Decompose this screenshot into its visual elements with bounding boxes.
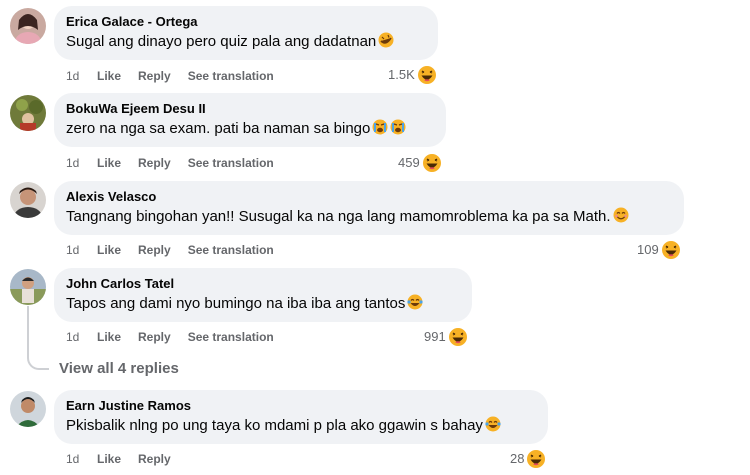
avatar[interactable]: [10, 8, 46, 44]
comment-text: Pkisbalik nlng po ung taya ko mdami p pl…: [66, 416, 536, 436]
comment-text-content: Tapos ang dami nyo bumingo na iba iba an…: [66, 295, 406, 312]
crying-emoji: [372, 119, 388, 135]
rolling-laugh-emoji: [378, 32, 394, 48]
laugh-tears-emoji: [485, 416, 501, 432]
comment-author[interactable]: Alexis Velasco: [66, 188, 672, 205]
comment-text-content: Pkisbalik nlng po ung taya ko mdami p pl…: [66, 417, 483, 434]
crying-emoji: [390, 119, 406, 135]
reaction-count: 28: [510, 451, 525, 466]
reaction-count: 459: [398, 155, 420, 170]
reaction-count: 1.5K: [388, 67, 415, 82]
comment-text: zero na nga sa exam. pati ba naman sa bi…: [66, 119, 434, 139]
comment-time[interactable]: 1d: [66, 68, 97, 84]
like-button[interactable]: Like: [97, 242, 121, 258]
comment-bubble: Alexis Velasco Tangnang bingohan yan!! S…: [54, 181, 684, 235]
smile-emoji: [613, 207, 629, 223]
reply-button[interactable]: Reply: [138, 329, 171, 345]
reaction-summary[interactable]: 991: [424, 327, 468, 347]
haha-reaction-icon: [416, 65, 437, 85]
reaction-count: 991: [424, 329, 446, 344]
like-button[interactable]: Like: [97, 451, 121, 467]
comment-text: Tapos ang dami nyo bumingo na iba iba an…: [66, 294, 460, 314]
reaction-summary[interactable]: 1.5K: [388, 65, 437, 85]
see-translation-link[interactable]: See translation: [188, 155, 274, 171]
laugh-tears-emoji: [407, 294, 424, 310]
comment-text-content: zero na nga sa exam. pati ba naman sa bi…: [66, 120, 371, 137]
haha-reaction-icon: [447, 327, 468, 347]
comment-time[interactable]: 1d: [66, 242, 97, 258]
thread-line: [27, 306, 29, 356]
haha-reaction-icon: [660, 240, 681, 260]
reaction-summary[interactable]: 109: [637, 240, 681, 260]
comment-author[interactable]: John Carlos Tatel: [66, 275, 460, 292]
comment-text: Tangnang bingohan yan!! Susugal ka na ng…: [66, 207, 672, 227]
view-replies-link[interactable]: View all 4 replies: [59, 360, 179, 378]
comment-actions: 1d Like Reply See translation: [66, 155, 291, 171]
avatar[interactable]: [10, 269, 46, 305]
see-translation-link[interactable]: See translation: [188, 329, 274, 345]
see-translation-link[interactable]: See translation: [188, 68, 274, 84]
comment-actions: 1d Like Reply See translation: [66, 68, 291, 84]
like-button[interactable]: Like: [97, 329, 121, 345]
see-translation-link[interactable]: See translation: [188, 242, 274, 258]
comment-actions: 1d Like Reply: [66, 451, 188, 467]
comment-text-content: Tangnang bingohan yan!! Susugal ka na ng…: [66, 208, 611, 225]
comment-time[interactable]: 1d: [66, 155, 97, 171]
comment-author[interactable]: Erica Galace - Ortega: [66, 13, 426, 30]
avatar[interactable]: [10, 95, 46, 131]
reply-button[interactable]: Reply: [138, 68, 171, 84]
avatar[interactable]: [10, 182, 46, 218]
reply-button[interactable]: Reply: [138, 451, 171, 467]
like-button[interactable]: Like: [97, 155, 121, 171]
comment-actions: 1d Like Reply See translation: [66, 242, 291, 258]
comment-author[interactable]: Earn Justine Ramos: [66, 397, 536, 414]
avatar[interactable]: [10, 391, 46, 427]
reaction-count: 109: [637, 242, 659, 257]
comment-time[interactable]: 1d: [66, 451, 97, 467]
comment-actions: 1d Like Reply See translation: [66, 329, 291, 345]
comment-bubble: BokuWa Ejeem Desu II zero na nga sa exam…: [54, 93, 446, 147]
haha-reaction-icon: [421, 153, 442, 173]
comment-author[interactable]: BokuWa Ejeem Desu II: [66, 100, 434, 117]
comment-time[interactable]: 1d: [66, 329, 97, 345]
like-button[interactable]: Like: [97, 68, 121, 84]
reaction-summary[interactable]: 28: [510, 449, 547, 469]
reaction-summary[interactable]: 459: [398, 153, 442, 173]
haha-reaction-icon: [526, 449, 547, 469]
comment-bubble: Earn Justine Ramos Pkisbalik nlng po ung…: [54, 390, 548, 444]
reply-button[interactable]: Reply: [138, 242, 171, 258]
comment-text-content: Sugal ang dinayo pero quiz pala ang dada…: [66, 33, 377, 50]
comment-bubble: Erica Galace - Ortega Sugal ang dinayo p…: [54, 6, 438, 60]
comment-text: Sugal ang dinayo pero quiz pala ang dada…: [66, 32, 426, 52]
reply-button[interactable]: Reply: [138, 155, 171, 171]
thread-connector: [27, 356, 49, 370]
comment-bubble: John Carlos Tatel Tapos ang dami nyo bum…: [54, 268, 472, 322]
